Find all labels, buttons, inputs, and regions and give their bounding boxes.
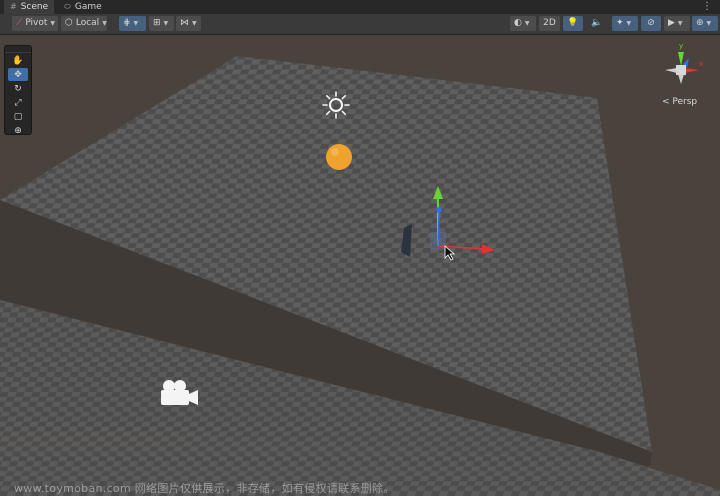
eye-slash-icon: ⊘ (647, 18, 655, 28)
local-label: Local (75, 18, 100, 28)
chevron-down-icon: ▼ (102, 20, 107, 27)
tab-game[interactable]: ⬭ Game (58, 0, 108, 14)
pivot-label: Pivot (25, 18, 48, 28)
grid-snap-icon: ⋕ (123, 18, 131, 28)
snap-vertex-icon: ⋈ (180, 18, 189, 28)
scale-icon: ⤢ (14, 97, 22, 108)
transform-icon: ⊕ (14, 125, 22, 136)
chevron-down-icon: ▼ (192, 20, 197, 27)
effects-dropdown[interactable]: ✦ ▼ (612, 16, 638, 31)
gizmos-dropdown[interactable]: ⊕ ▼ (692, 16, 718, 31)
rect-transform-icon: ▢ (13, 111, 23, 122)
axis-x-label: x (699, 60, 703, 68)
scene-viewport[interactable]: y x (0, 35, 720, 496)
local-dropdown[interactable]: ⬡ Local ▼ (61, 16, 107, 31)
scene-lighting-button[interactable]: 💡 (563, 16, 583, 31)
gamepad-icon: ⬭ (64, 2, 71, 11)
snap-vertex-button[interactable]: ⋈ ▼ (176, 16, 201, 31)
sphere-object (326, 144, 352, 170)
toggle-2d-button[interactable]: 2D (539, 16, 560, 31)
hand-tool-button[interactable]: ✋ (8, 54, 28, 67)
tools-overlay-grip[interactable] (5, 46, 31, 53)
audio-toggle-button[interactable]: 🔈 (587, 16, 607, 31)
transform-tool-button[interactable]: ⊕ (8, 124, 28, 137)
tab-bar: # Scene ⬭ Game ⋮ (0, 0, 720, 15)
move-arrows-icon: ✥ (14, 69, 22, 80)
chevron-down-icon: ▼ (50, 20, 56, 27)
tab-menu-icon[interactable]: ⋮ (702, 0, 712, 14)
grid-snap-button[interactable]: ⋕ ▼ (119, 16, 146, 31)
tab-scene[interactable]: # Scene (4, 0, 55, 14)
chevron-down-icon: ▼ (626, 20, 632, 27)
draw-mode-dropdown[interactable]: ◐ ▼ (510, 16, 536, 31)
globe-icon: ⊕ (696, 18, 704, 28)
chevron-down-icon: ▼ (524, 20, 530, 27)
scale-tool-button[interactable]: ⤢ (8, 96, 28, 109)
rotate-icon: ↻ (14, 83, 22, 94)
chevron-down-icon: ▼ (677, 20, 683, 27)
tools-overlay: ✋ ✥ ↻ ⤢ ▢ ⊕ (4, 45, 32, 137)
toggle-2d-label: 2D (543, 18, 556, 28)
chevron-down-icon: ▼ (706, 20, 712, 27)
shading-sphere-icon: ◐ (514, 18, 522, 28)
rect-tool-button[interactable]: ▢ (8, 110, 28, 123)
scene-toolbar: ⟋ Pivot ▼ ⬡ Local ▼ ⋕ ▼ ⊞ ▼ ⋈ ▼ ◐ ▼ 2D 💡… (0, 14, 720, 35)
lightbulb-icon: 💡 (567, 18, 579, 28)
hand-icon: ✋ (12, 55, 24, 66)
tab-game-label: Game (74, 2, 102, 12)
pivot-icon: ⟋ (16, 18, 23, 28)
tab-scene-label: Scene (20, 2, 49, 12)
hashtag-icon: # (10, 2, 17, 11)
move-tool-button[interactable]: ✥ (8, 68, 28, 81)
chevron-down-icon: ▼ (163, 20, 169, 27)
projection-toggle[interactable]: < Persp (662, 97, 697, 107)
hidden-objects-button[interactable]: ⊘ (641, 16, 661, 31)
chevron-down-icon: ▼ (133, 20, 139, 27)
pivot-dropdown[interactable]: ⟋ Pivot ▼ (12, 16, 58, 31)
orientation-gizmo: y x (665, 42, 703, 84)
effects-icon: ✦ (616, 18, 624, 28)
video-camera-icon: ▶ (668, 18, 675, 28)
watermark-text: www.toymoban.com 网络图片仅供展示，非存储，如有侵权请联系删除。 (14, 482, 395, 495)
axis-y-label: y (679, 42, 683, 50)
cube-icon: ⬡ (65, 18, 73, 28)
camera-settings-dropdown[interactable]: ▶ ▼ (664, 16, 690, 31)
rotate-tool-button[interactable]: ↻ (8, 82, 28, 95)
speaker-icon: 🔈 (591, 18, 603, 28)
snap-increment-icon: ⊞ (153, 18, 161, 28)
snap-increment-button[interactable]: ⊞ ▼ (149, 16, 174, 31)
scene-canvas: y x (0, 42, 720, 496)
